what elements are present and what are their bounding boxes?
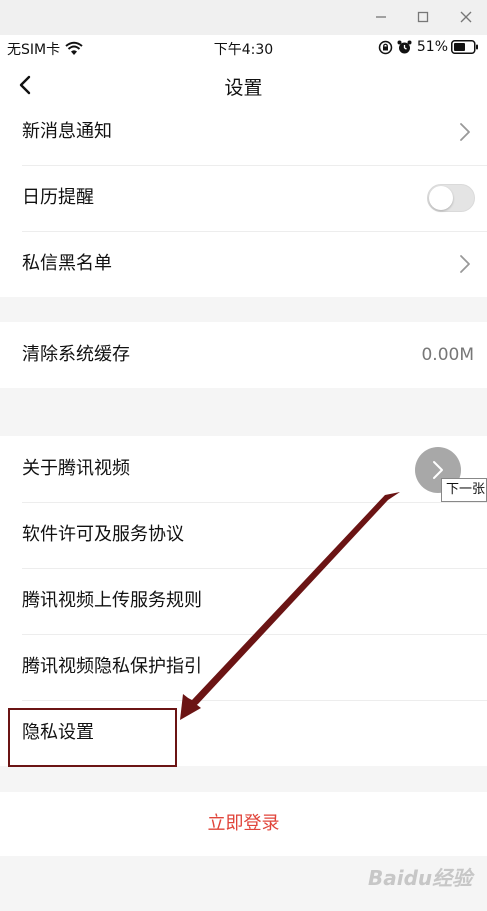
watermark-logo: Baidu经验 [368,866,473,890]
annotation-arrow [180,492,400,720]
